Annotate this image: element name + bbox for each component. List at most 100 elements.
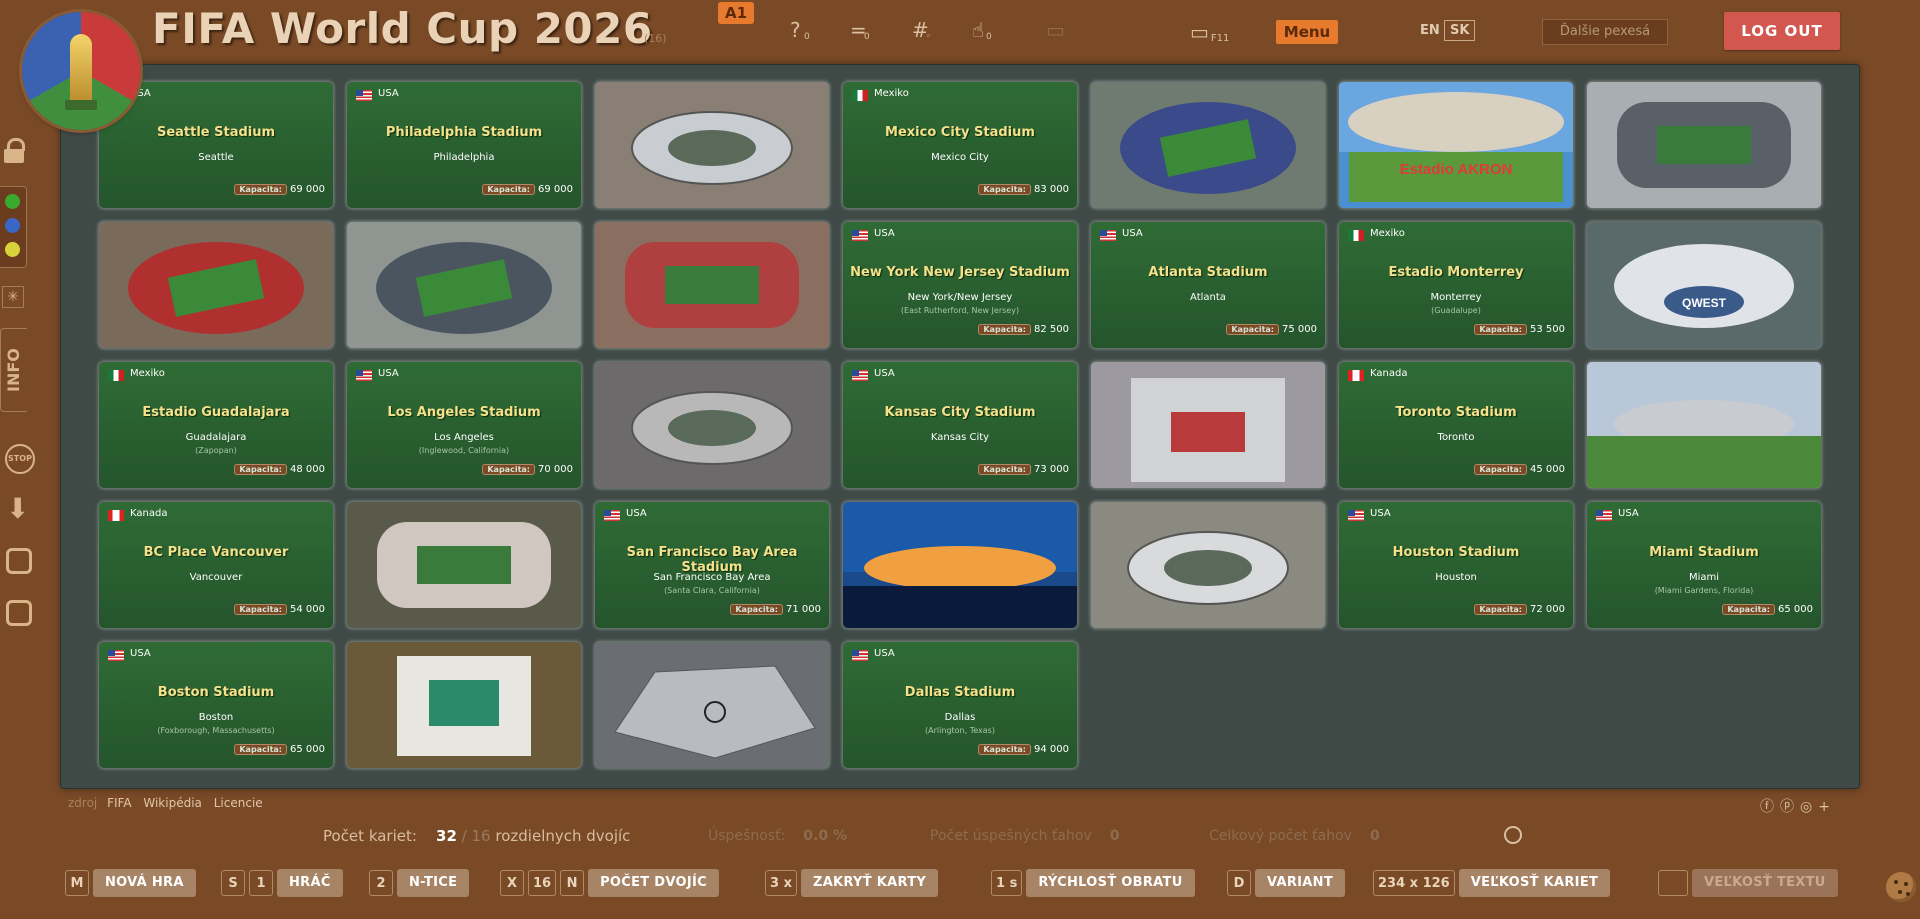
stadium-info-card[interactable]: Mexiko Estadio Monterrey Monterrey (Guadalu… bbox=[1339, 222, 1573, 348]
card-stadium-name: Los Angeles Stadium bbox=[387, 405, 541, 420]
stadium-info-card[interactable]: Mexiko Mexico City Stadium Mexico City Kapa… bbox=[843, 82, 1077, 208]
lincoln-financial-field-photo[interactable] bbox=[1587, 82, 1821, 208]
cover-button[interactable]: ZAKRYŤ KARTY bbox=[800, 869, 939, 897]
variant-control[interactable]: D VARIANT bbox=[1227, 868, 1345, 898]
blue-dot[interactable] bbox=[5, 218, 20, 233]
metlife-stadium-photo[interactable] bbox=[347, 222, 581, 348]
estadio-akron-photo[interactable]: Estadio AKRON bbox=[1339, 82, 1573, 208]
att-stadium-photo[interactable] bbox=[1587, 362, 1821, 488]
stadium-info-card[interactable]: USA Kansas City Stadium Kansas City Kapacit… bbox=[843, 362, 1077, 488]
stadium-info-card[interactable]: USA Philadelphia Stadium Philadelphia Kapac… bbox=[347, 82, 581, 208]
stadium-info-card[interactable]: USA Dallas Stadium Dallas (Arlington, Texas… bbox=[843, 642, 1077, 768]
stadium-info-card[interactable]: USA Atlanta Stadium Atlanta Kapacita: 75 000 bbox=[1091, 222, 1325, 348]
card-capacity: Kapacita: 82 500 bbox=[978, 317, 1069, 343]
card-city: Vancouver bbox=[189, 572, 243, 583]
stadium-info-card[interactable]: USA Boston Stadium Boston (Foxborough, Mass… bbox=[99, 642, 333, 768]
card-city-detail: (Zapopan) bbox=[195, 446, 237, 455]
lang-sk[interactable]: SK bbox=[1444, 20, 1476, 41]
equals-icon[interactable]: = 0 bbox=[850, 18, 870, 42]
player-control[interactable]: S 1 HRÁČ bbox=[221, 868, 343, 898]
stadium-info-card[interactable]: USA Los Angeles Stadium Los Angeles (Inglew… bbox=[347, 362, 581, 488]
levis-stadium-photo[interactable] bbox=[595, 222, 829, 348]
fullscreen-icon[interactable] bbox=[6, 600, 32, 626]
color-picker[interactable] bbox=[0, 186, 27, 268]
pairs-button[interactable]: POČET DVOJÍC bbox=[588, 869, 719, 897]
reddit-icon[interactable]: ◎ bbox=[1800, 799, 1818, 815]
cookie-icon[interactable] bbox=[1886, 872, 1916, 902]
pairs-control[interactable]: X 16 N POČET DVOJÍC bbox=[500, 868, 719, 898]
lang-en[interactable]: EN bbox=[1420, 23, 1440, 38]
level-badge[interactable]: A1 bbox=[718, 2, 754, 24]
card-city: Miami bbox=[1688, 572, 1720, 583]
speed-control[interactable]: 1 s RÝCHLOSŤ OBRATU bbox=[991, 868, 1195, 898]
fullscreen-button[interactable]: ▭ F11 bbox=[1190, 20, 1229, 44]
facebook-icon[interactable]: ⓕ bbox=[1760, 799, 1780, 815]
stadium-info-card[interactable]: USA Houston Stadium Houston Kapacita: 72 000 bbox=[1339, 502, 1573, 628]
bc-place-night-photo[interactable] bbox=[843, 502, 1077, 628]
stadium-info-card[interactable]: USA New York New Jersey Stadium New York/N… bbox=[843, 222, 1077, 348]
snowflake-icon[interactable]: ✳ bbox=[2, 286, 24, 308]
gillette-stadium-photo[interactable] bbox=[1091, 82, 1325, 208]
card-country: USA bbox=[378, 368, 399, 379]
mercedes-benz-stadium-photo[interactable] bbox=[595, 642, 829, 768]
bmo-field-photo[interactable] bbox=[347, 502, 581, 628]
stadium-info-card[interactable]: Kanada Toronto Stadium Toronto Kapacita: 45 … bbox=[1339, 362, 1573, 488]
new-game-control[interactable]: M NOVÁ HRA bbox=[65, 868, 196, 898]
card-capacity: Kapacita: 94 000 bbox=[978, 737, 1069, 763]
stop-button[interactable]: STOP bbox=[5, 444, 35, 474]
green-dot[interactable] bbox=[5, 194, 20, 209]
sofi-stadium-photo[interactable] bbox=[595, 82, 829, 208]
cover-control[interactable]: 3 x ZAKRYŤ KARTY bbox=[765, 868, 939, 898]
card-country: USA bbox=[130, 648, 151, 659]
usa-flag-icon bbox=[852, 230, 868, 241]
clock-icon[interactable] bbox=[1504, 826, 1522, 844]
nrg-stadium-photo[interactable] bbox=[1091, 362, 1325, 488]
menu-button[interactable]: Menu bbox=[1276, 20, 1338, 44]
card-city: Atlanta bbox=[1190, 292, 1226, 303]
ntice-control[interactable]: 2 N-TICE bbox=[369, 868, 470, 898]
fifa-world-cup-logo[interactable] bbox=[22, 12, 140, 130]
variant-button[interactable]: VARIANT bbox=[1255, 869, 1345, 897]
help-icon[interactable]: ? 0 bbox=[790, 18, 810, 42]
pinterest-icon[interactable]: ⓟ bbox=[1780, 799, 1800, 815]
arrowhead-stadium-photo[interactable] bbox=[99, 222, 333, 348]
usa-flag-icon bbox=[356, 370, 372, 381]
link-fifa[interactable]: FIFA bbox=[107, 796, 131, 810]
card-city: Los Angeles bbox=[434, 432, 494, 443]
plus-icon[interactable]: + bbox=[1818, 799, 1836, 815]
card-stadium-name: New York New Jersey Stadium bbox=[850, 265, 1070, 280]
lock-icon[interactable] bbox=[4, 138, 25, 163]
rotate-icon[interactable] bbox=[6, 548, 32, 574]
text-size-button[interactable]: VEĽKOSŤ TEXTU bbox=[1692, 869, 1838, 897]
download-icon[interactable]: ⬇ bbox=[6, 492, 29, 525]
yellow-dot[interactable] bbox=[5, 242, 20, 257]
stadium-info-card[interactable]: USA Miami Stadium Miami (Miami Gardens, Flo… bbox=[1587, 502, 1821, 628]
hand-icon[interactable]: ☝ 0 bbox=[972, 18, 992, 42]
stadium-info-card[interactable]: Kanada BC Place Vancouver Vancouver Kapacit… bbox=[99, 502, 333, 628]
text-size-control[interactable]: VEĽKOSŤ TEXTU bbox=[1658, 868, 1838, 898]
logout-button[interactable]: LOG OUT bbox=[1724, 12, 1840, 50]
info-tab[interactable]: INFO bbox=[0, 328, 27, 412]
link-licence[interactable]: Licencie bbox=[214, 796, 263, 810]
new-game-button[interactable]: NOVÁ HRA bbox=[93, 869, 196, 897]
lumen-field-photo[interactable]: QWEST bbox=[1587, 222, 1821, 348]
card-capacity: Kapacita: 65 000 bbox=[1722, 597, 1813, 623]
stadium-info-card[interactable]: USA Seattle Stadium Seattle Kapacita: 69 000 bbox=[99, 82, 333, 208]
size-button[interactable]: VEĽKOSŤ KARIET bbox=[1458, 869, 1611, 897]
card-capacity: Kapacita: 73 000 bbox=[978, 457, 1069, 483]
player-button[interactable]: HRÁČ bbox=[277, 869, 343, 897]
speed-button[interactable]: RÝCHLOSŤ OBRATU bbox=[1026, 869, 1195, 897]
hard-rock-stadium-photo[interactable] bbox=[347, 642, 581, 768]
link-wikipedia[interactable]: Wikipédia bbox=[143, 796, 202, 810]
hash-icon[interactable]: # ◦ bbox=[912, 18, 931, 42]
gallery-icon[interactable]: ▭ bbox=[1046, 18, 1065, 42]
size-control[interactable]: 234 x 126 VEĽKOSŤ KARIET bbox=[1373, 868, 1611, 898]
stadium-info-card[interactable]: USA San Francisco Bay Area Stadium San Fra… bbox=[595, 502, 829, 628]
social-icons[interactable]: ⓕⓟ◎+ bbox=[1760, 796, 1836, 816]
card-city: San Francisco Bay Area bbox=[653, 572, 771, 583]
estadio-bbva-photo[interactable] bbox=[1091, 502, 1325, 628]
estadio-azteca-photo[interactable] bbox=[595, 362, 829, 488]
stadium-info-card[interactable]: Mexiko Estadio Guadalajara Guadalajara (Zap… bbox=[99, 362, 333, 488]
more-games-select[interactable]: Ďalšie pexesá bbox=[1542, 19, 1668, 45]
ntice-button[interactable]: N-TICE bbox=[397, 869, 470, 897]
